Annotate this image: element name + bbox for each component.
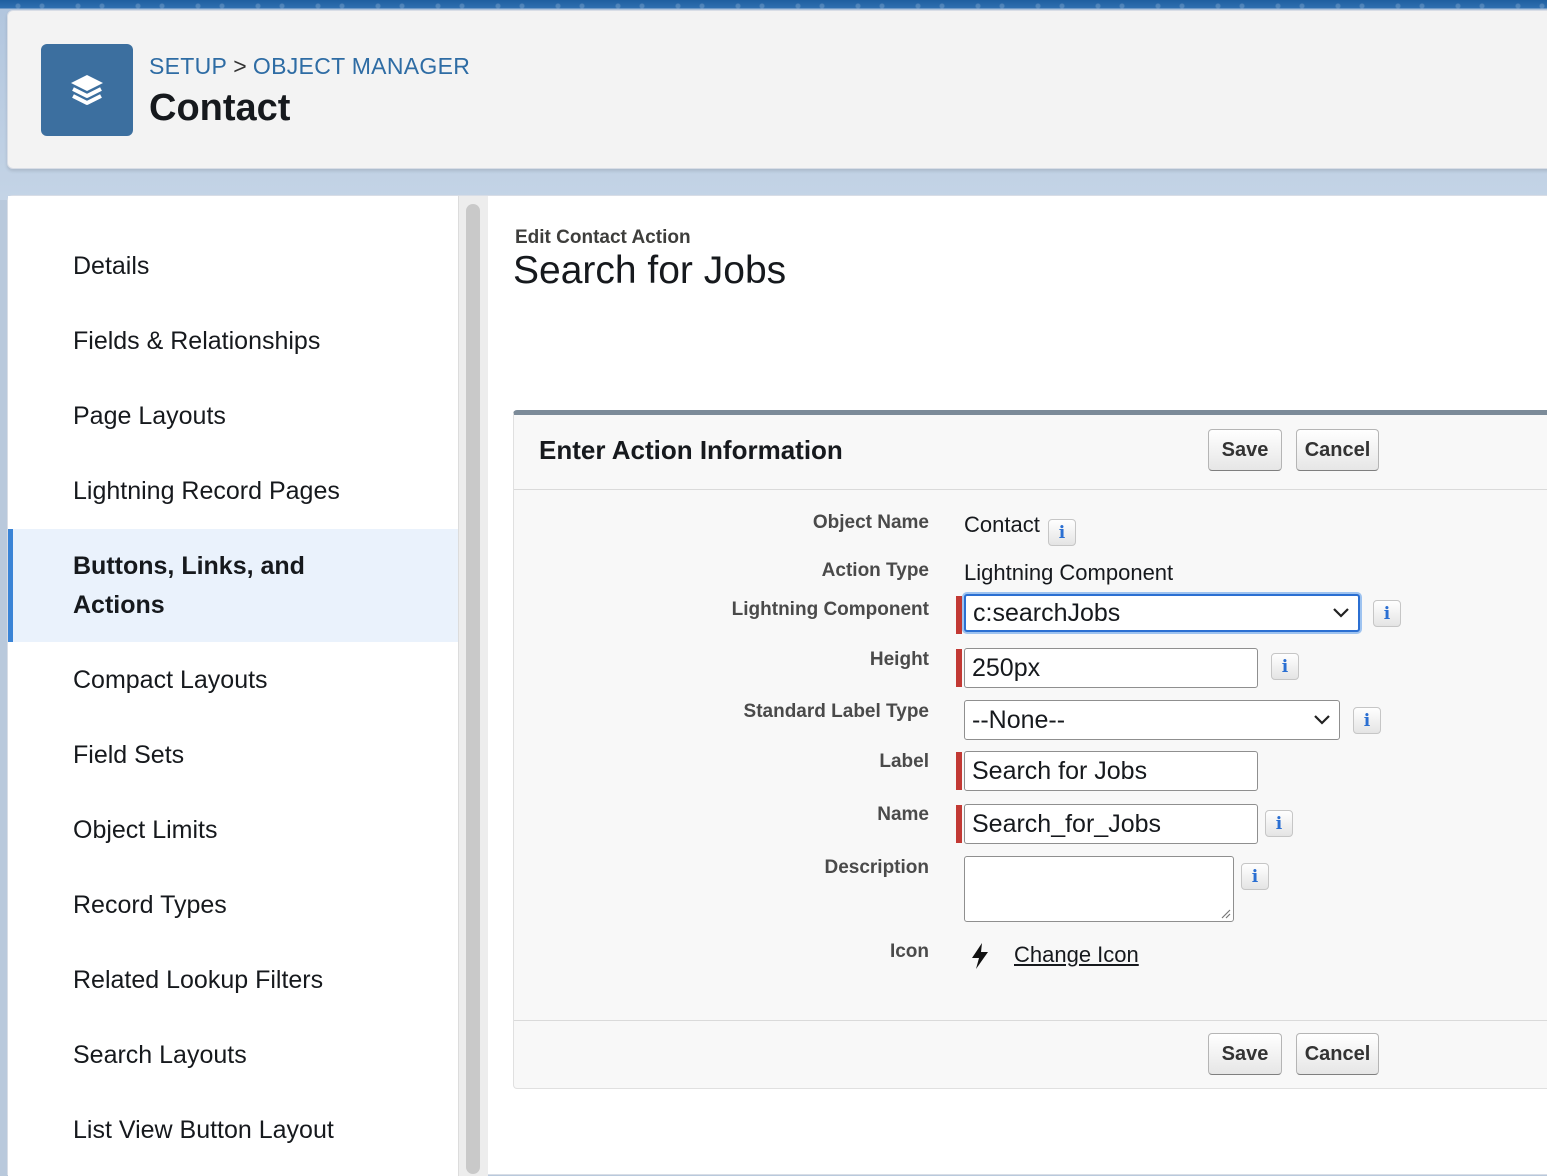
info-glyph: i (1275, 813, 1283, 834)
lightning-bolt-icon (972, 943, 988, 969)
required-indicator (956, 805, 962, 843)
action-subtitle: Edit Contact Action (515, 227, 691, 248)
sidebar: Details Fields & Relationships Page Layo… (8, 196, 458, 1176)
info-glyph: i (1363, 710, 1371, 731)
name-input-value: Search_for_Jobs (972, 809, 1162, 838)
label-input[interactable]: Search for Jobs (964, 751, 1258, 791)
name-field-label: Name (877, 804, 929, 825)
layers-icon (41, 44, 133, 136)
height-input[interactable]: 250px (964, 648, 1258, 688)
sidebar-item-label-line1: Buttons, Links, and (73, 551, 305, 580)
sidebar-item-label: List View Button Layout (73, 1115, 334, 1144)
sidebar-item-compact-layouts[interactable]: Compact Layouts (8, 658, 458, 702)
block-footer-divider (514, 1020, 1547, 1021)
label-input-value: Search for Jobs (972, 756, 1148, 785)
sidebar-item-page-layouts[interactable]: Page Layouts (8, 394, 458, 438)
action-title: Search for Jobs (513, 249, 787, 292)
description-textarea[interactable] (964, 856, 1234, 922)
sidebar-item-label: Record Types (73, 890, 227, 919)
chevron-down-icon (1333, 608, 1349, 618)
name-input[interactable]: Search_for_Jobs (964, 804, 1258, 844)
action-type-value: Lightning Component (964, 560, 1174, 585)
required-indicator (956, 752, 962, 790)
action-info-block: Enter Action Information Save Cancel Obj… (513, 410, 1547, 1089)
standard-label-type-label: Standard Label Type (743, 701, 929, 722)
info-icon[interactable]: i (1271, 653, 1299, 680)
info-icon[interactable]: i (1241, 863, 1269, 890)
sidebar-item-label: Compact Layouts (73, 665, 268, 694)
required-indicator (956, 649, 962, 687)
info-icon[interactable]: i (1353, 707, 1381, 734)
sidebar-item-label: Related Lookup Filters (73, 965, 324, 994)
resize-grip-icon[interactable] (1219, 907, 1231, 919)
sidebar-item-label: Object Limits (73, 815, 218, 844)
lightning-component-selected: c:searchJobs (973, 598, 1121, 627)
standard-label-type-selected: --None-- (972, 705, 1066, 734)
cancel-button-bottom[interactable]: Cancel (1296, 1033, 1379, 1075)
page-header: SETUP > OBJECT MANAGER Contact (7, 10, 1547, 169)
sidebar-item-label: Page Layouts (73, 401, 226, 430)
breadcrumb-separator: > (233, 53, 247, 79)
breadcrumb-object-manager[interactable]: OBJECT MANAGER (253, 53, 470, 79)
info-glyph: i (1058, 522, 1066, 543)
sidebar-item-label: Details (73, 251, 150, 280)
standard-label-type-select[interactable]: --None-- (964, 700, 1340, 740)
sidebar-item-record-types[interactable]: Record Types (8, 883, 458, 927)
sidebar-item-label: Buttons, Links, and Actions (73, 547, 305, 625)
sidebar-item-lightning-record-pages[interactable]: Lightning Record Pages (8, 469, 458, 513)
change-icon-link[interactable]: Change Icon (1014, 942, 1139, 968)
action-type-label: Action Type (821, 560, 929, 581)
info-icon[interactable]: i (1265, 810, 1293, 837)
height-input-value: 250px (972, 653, 1041, 682)
sidebar-item-fields-relationships[interactable]: Fields & Relationships (8, 319, 458, 363)
breadcrumb-setup[interactable]: SETUP (149, 53, 227, 79)
object-name-label: Object Name (812, 512, 929, 533)
object-name-value: Contact (964, 512, 1040, 537)
sidebar-item-label-line2: Actions (73, 590, 165, 619)
height-label: Height (869, 649, 929, 670)
label-field-label: Label (879, 751, 929, 772)
description-label: Description (824, 857, 929, 878)
sidebar-item-label: Field Sets (73, 740, 185, 769)
lightning-component-label: Lightning Component (731, 599, 929, 620)
sidebar-item-search-layouts[interactable]: Search Layouts (8, 1033, 458, 1077)
sidebar-item-details[interactable]: Details (8, 244, 458, 288)
sidebar-item-buttons-links-actions[interactable]: Buttons, Links, and Actions (8, 529, 458, 642)
block-header: Enter Action Information Save Cancel (514, 415, 1547, 490)
sidebar-item-label: Search Layouts (73, 1040, 247, 1069)
scrollbar-thumb[interactable] (466, 204, 480, 1174)
block-title: Enter Action Information (539, 435, 843, 465)
sidebar-item-field-sets[interactable]: Field Sets (8, 733, 458, 777)
sidebar-scrollbar[interactable] (458, 196, 488, 1176)
info-glyph: i (1251, 866, 1259, 887)
sidebar-item-list-view-button-layout[interactable]: List View Button Layout (8, 1108, 458, 1152)
sidebar-item-related-lookup-filters[interactable]: Related Lookup Filters (8, 958, 458, 1002)
breadcrumb: SETUP > OBJECT MANAGER (149, 53, 470, 80)
required-indicator (956, 596, 962, 634)
info-glyph: i (1281, 656, 1289, 677)
info-glyph: i (1383, 603, 1391, 624)
lightning-component-select[interactable]: c:searchJobs (964, 594, 1360, 632)
sidebar-item-object-limits[interactable]: Object Limits (8, 808, 458, 852)
sidebar-item-label: Fields & Relationships (73, 326, 321, 355)
info-icon[interactable]: i (1373, 600, 1401, 627)
save-button-bottom[interactable]: Save (1208, 1033, 1282, 1075)
page-title: Contact (149, 87, 291, 129)
chevron-down-icon (1314, 715, 1330, 725)
save-button[interactable]: Save (1208, 429, 1282, 471)
info-icon[interactable]: i (1048, 519, 1076, 546)
cancel-button[interactable]: Cancel (1296, 429, 1379, 471)
icon-label: Icon (889, 941, 929, 962)
sidebar-item-label: Lightning Record Pages (73, 476, 340, 505)
main-panel: Details Fields & Relationships Page Layo… (7, 195, 1547, 1176)
